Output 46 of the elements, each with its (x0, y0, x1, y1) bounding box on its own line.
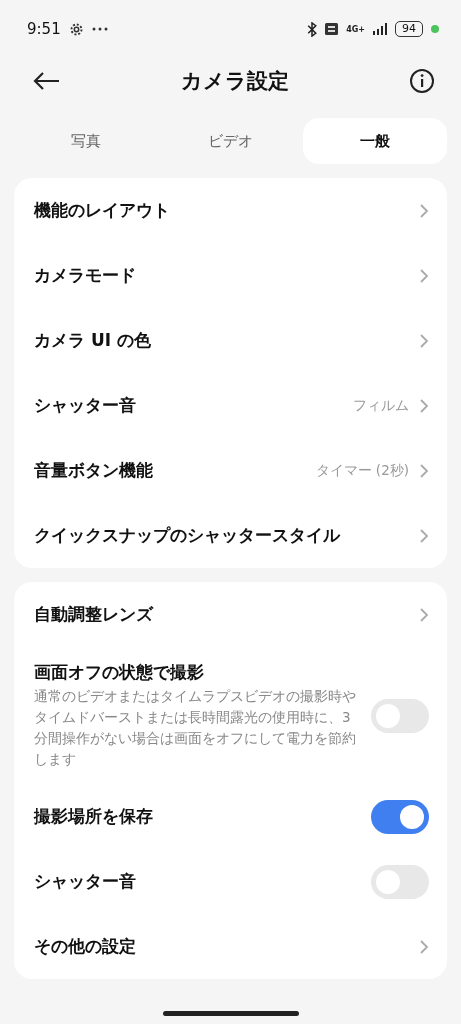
page-title: カメラ設定 (180, 68, 289, 95)
home-indicator[interactable] (162, 1011, 299, 1016)
row-label: シャッター音 (34, 394, 137, 417)
status-time: 9:51 (27, 20, 61, 38)
more-dots-icon (91, 27, 108, 31)
chevron-right-icon (419, 267, 429, 284)
row-label: 機能のレイアウト (34, 199, 171, 222)
status-dot (431, 25, 439, 33)
tab[interactable]: 写真 (14, 118, 159, 164)
chevron-right-icon (419, 397, 429, 414)
row-label: その他の設定 (34, 935, 137, 958)
back-button[interactable] (32, 71, 60, 91)
settings-row[interactable]: その他の設定 (14, 914, 447, 979)
settings-row[interactable]: カメラ UI の色 (14, 308, 447, 373)
info-button[interactable] (409, 68, 435, 94)
tab[interactable]: 一般 (302, 118, 447, 164)
settings-row[interactable]: 自動調整レンズ (14, 582, 447, 647)
row-label: 画面オフの状態で撮影 (34, 661, 205, 684)
row-description: 通常のビデオまたはタイムラプスビデオの撮影時やタイムドバーストまたは長時間露光の使用時に、3分間操作がない場合は画面をオフにして電力を節約します (34, 687, 357, 769)
toggle-switch[interactable] (371, 799, 429, 834)
row-label: 撮影場所を保存 (34, 805, 154, 828)
tab[interactable]: ビデオ (158, 118, 303, 164)
row-label: クイックスナップのシャッタースタイル (34, 524, 342, 547)
settings-row[interactable]: 機能のレイアウト (14, 178, 447, 243)
row-label: カメラモード (34, 264, 137, 287)
chevron-right-icon (419, 938, 429, 955)
chevron-right-icon (419, 606, 429, 623)
row-label: 音量ボタン機能 (34, 459, 154, 482)
chevron-right-icon (419, 332, 429, 349)
battery-level: 94 (395, 21, 423, 37)
settings-row[interactable]: シャッター音 フィルム (14, 373, 447, 438)
settings-row[interactable]: 音量ボタン機能 タイマー (2秒) (14, 438, 447, 503)
row-label: シャッター音 (34, 870, 137, 893)
chevron-right-icon (419, 462, 429, 479)
settings-row[interactable]: カメラモード (14, 243, 447, 308)
chevron-right-icon (419, 527, 429, 544)
bluetooth-icon (307, 21, 318, 37)
row-value: フィルム (353, 396, 409, 415)
settings-row[interactable]: クイックスナップのシャッタースタイル (14, 503, 447, 568)
gear-icon (68, 21, 84, 37)
network-type: 4G+ (346, 24, 365, 34)
row-label: 自動調整レンズ (34, 603, 155, 626)
signal-icon (373, 23, 387, 35)
row-label: カメラ UI の色 (34, 329, 152, 352)
row-value: タイマー (2秒) (315, 461, 409, 480)
chevron-right-icon (419, 202, 429, 219)
